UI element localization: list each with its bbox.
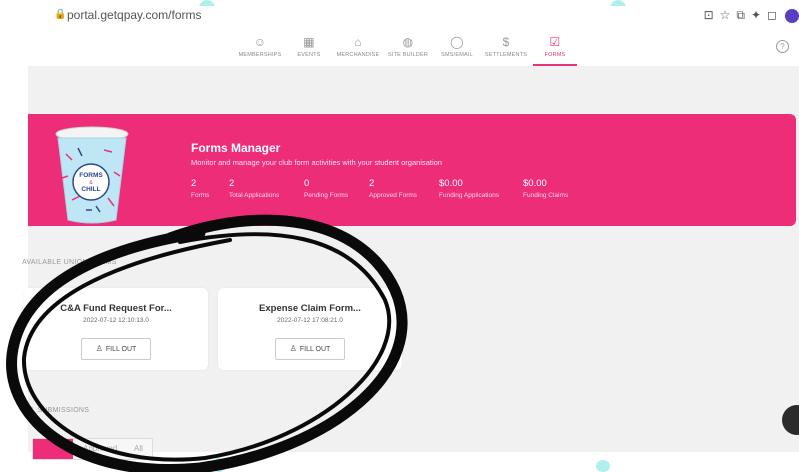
lock-icon: 🔒 [54, 9, 67, 20]
forms-manager-banner: FORMS & CHILL Forms Manager Monitor and … [28, 114, 796, 226]
person-icon: ♙ [289, 344, 297, 353]
profile-avatar[interactable] [785, 9, 799, 23]
stat-value: $0.00 [439, 178, 463, 189]
tab-selected[interactable] [33, 439, 73, 459]
button-label: FILL OUT [299, 346, 331, 353]
stat-funding-applications: $0.00 Funding Applications [439, 178, 499, 199]
stat-label: Total Applications [229, 192, 280, 199]
stat-label: Funding Claims [523, 192, 569, 199]
stat-pending-forms: 0 Pending Forms [304, 178, 348, 199]
nav-merchandise[interactable]: ⌂ MERCHANDISE [336, 30, 380, 64]
form-title: Expense Claim Form... [259, 303, 361, 314]
nav-label: SITE BUILDER [388, 52, 428, 58]
cup-text-bottom: CHILL [81, 186, 100, 193]
nav-label: FORMS [544, 52, 566, 58]
form-title: C&A Fund Request For... [60, 303, 172, 314]
nav-label: MEMBERSHIPS [238, 52, 282, 58]
nav-label: EVENTS [297, 52, 321, 58]
stat-funding-claims: $0.00 Funding Claims [523, 178, 568, 199]
cup-text-top: FORMS [79, 172, 103, 179]
person-icon: ♙ [95, 344, 103, 353]
decor-dot [596, 460, 610, 472]
decor-dot [212, 458, 226, 472]
stat-value: 2 [369, 178, 375, 189]
stat-value: $0.00 [523, 178, 547, 189]
browser-toolbar-icons[interactable]: ⊡☆⧉✦◻ [704, 8, 783, 23]
stat-value: 2 [229, 178, 235, 189]
film-icon: ▦ [303, 35, 315, 49]
dollar-icon: $ [502, 35, 510, 49]
chat-icon: ◯ [450, 35, 464, 49]
submission-tabs: Approved All [32, 438, 153, 460]
stat-label: Funding Applications [439, 192, 499, 199]
form-date: 2022-07-12 12:10:13.0 [83, 317, 149, 324]
stat-label: Approved Forms [369, 192, 418, 199]
nav-label: SMS/EMAIL [441, 52, 473, 58]
nav-label: SETTLEMENTS [484, 52, 528, 58]
store-icon: ⌂ [354, 35, 362, 49]
stat-label: Pending Forms [304, 192, 349, 199]
nav-label: MERCHANDISE [336, 52, 380, 58]
banner-title: Forms Manager [191, 141, 281, 155]
tab-approved[interactable]: Approved [83, 439, 117, 459]
users-icon: ☺ [253, 35, 267, 49]
nav-events[interactable]: ▦ EVENTS [293, 30, 325, 64]
help-icon[interactable]: ? [776, 40, 789, 53]
form-date: 2022-07-12 17:08:21.0 [277, 317, 343, 324]
url-text[interactable]: portal.getqpay.com/forms [67, 8, 202, 22]
top-navigation: ☺ MEMBERSHIPS ▦ EVENTS ⌂ MERCHANDISE ◍ S… [28, 30, 799, 67]
nav-settlements[interactable]: $ SETTLEMENTS [483, 30, 529, 64]
stat-forms: 2 Forms [191, 178, 209, 199]
fill-out-button[interactable]: ♙ FILL OUT [81, 338, 151, 360]
main-content: FORMS & CHILL Forms Manager Monitor and … [22, 66, 799, 460]
available-forms-heading: AVAILABLE UNION FORMS [22, 259, 117, 266]
button-label: FILL OUT [105, 346, 137, 353]
stat-approved-forms: 2 Approved Forms [369, 178, 417, 199]
tab-all[interactable]: All [134, 439, 143, 459]
nav-sms-email[interactable]: ◯ SMS/EMAIL [438, 30, 476, 64]
stat-value: 2 [191, 178, 197, 189]
submissions-heading: ALL SUBMISSIONS [22, 407, 90, 414]
stat-label: Forms [191, 192, 210, 199]
nav-site-builder[interactable]: ◍ SITE BUILDER [387, 30, 429, 64]
globe-icon: ◍ [402, 35, 414, 49]
fill-out-button[interactable]: ♙ FILL OUT [275, 338, 345, 360]
coffee-cup-illustration: FORMS & CHILL [55, 126, 129, 224]
checkbox-icon: ☑ [549, 35, 561, 49]
banner-subtitle: Monitor and manage your club form activi… [191, 158, 442, 167]
nav-forms[interactable]: ☑ FORMS [533, 30, 577, 66]
browser-address-bar[interactable]: 🔒 portal.getqpay.com/forms ⊡☆⧉✦◻ [28, 6, 799, 31]
stat-total-applications: 2 Total Applications [229, 178, 279, 199]
stat-value: 0 [304, 178, 310, 189]
nav-memberships[interactable]: ☺ MEMBERSHIPS [235, 30, 285, 64]
form-card: C&A Fund Request For... 2022-07-12 12:10… [24, 288, 208, 370]
form-card: Expense Claim Form... 2022-07-12 17:08:2… [218, 288, 402, 370]
